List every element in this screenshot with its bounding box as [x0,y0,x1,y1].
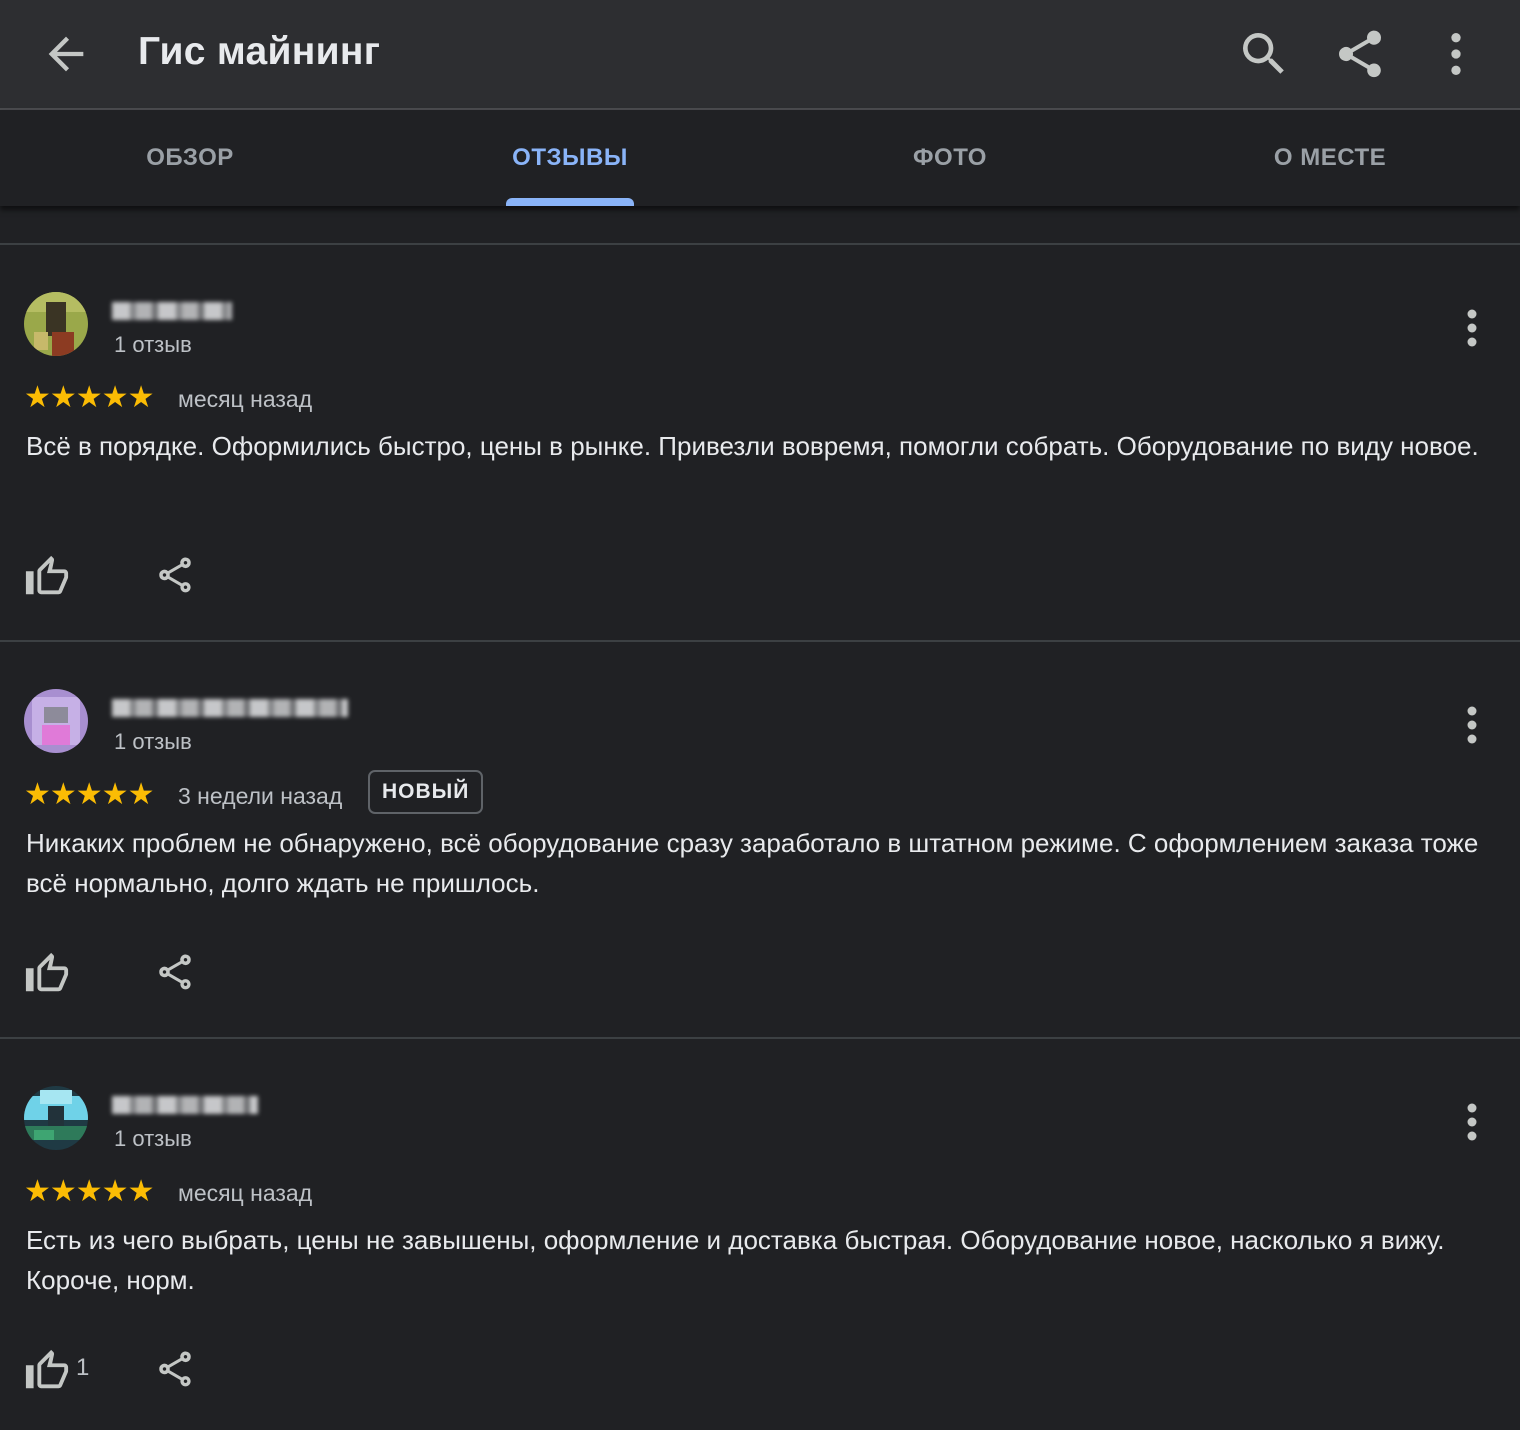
avatar[interactable] [24,1086,88,1150]
avatar[interactable] [24,689,88,753]
share-icon[interactable] [154,951,196,993]
divider [0,243,1520,245]
app-bar: Гис майнинг [0,0,1520,110]
thumb-up-icon[interactable] [24,554,70,600]
search-icon[interactable] [1236,26,1292,82]
reviewer-review-count: 1 отзыв [114,1126,192,1151]
tab-photos[interactable]: ФОТО [760,110,1140,206]
more-vert-icon[interactable] [1428,26,1484,82]
new-badge: НОВЫЙ [368,770,484,814]
share-icon[interactable] [1332,26,1388,82]
reviewer-name-redacted[interactable] [112,302,232,320]
divider [0,640,1520,642]
review-time: месяц назад [178,1180,313,1206]
star-rating: ★★★★★ [24,778,154,811]
reviewer-name-redacted[interactable] [112,699,348,717]
arrow-back-icon[interactable] [40,28,92,80]
share-icon[interactable] [154,1348,196,1390]
review-text: Есть из чего выбрать, цены не завышены, … [26,1225,1445,1295]
star-rating: ★★★★★ [24,1175,154,1208]
reviewer-review-count: 1 отзыв [114,729,192,754]
reviewer-review-count: 1 отзыв [114,332,192,357]
tab-overview[interactable]: ОБЗОР [0,110,380,206]
like-count: 1 [76,1354,90,1381]
avatar[interactable] [24,292,88,356]
reviewer-name-redacted[interactable] [112,1096,258,1114]
more-vert-icon[interactable] [1452,701,1492,751]
review-text: Никаких проблем не обнаружено, всё обору… [26,828,1479,898]
page-title: Гис майнинг [138,30,381,73]
review-text: Всё в порядке. Оформились быстро, цены в… [26,431,1479,461]
thumb-up-icon[interactable] [24,951,70,997]
review-time: месяц назад [178,386,313,412]
thumb-up-icon[interactable] [24,1348,70,1394]
more-vert-icon[interactable] [1452,304,1492,354]
tab-bar: ОБЗОР ОТЗЫВЫ ФОТО О МЕСТЕ [0,110,1520,206]
active-tab-indicator [506,198,634,206]
divider [0,1037,1520,1039]
star-rating: ★★★★★ [24,381,154,414]
review-time: 3 недели назад [178,783,343,809]
tab-about[interactable]: О МЕСТЕ [1140,110,1520,206]
tab-reviews[interactable]: ОТЗЫВЫ [380,110,760,206]
share-icon[interactable] [154,554,196,596]
more-vert-icon[interactable] [1452,1098,1492,1148]
